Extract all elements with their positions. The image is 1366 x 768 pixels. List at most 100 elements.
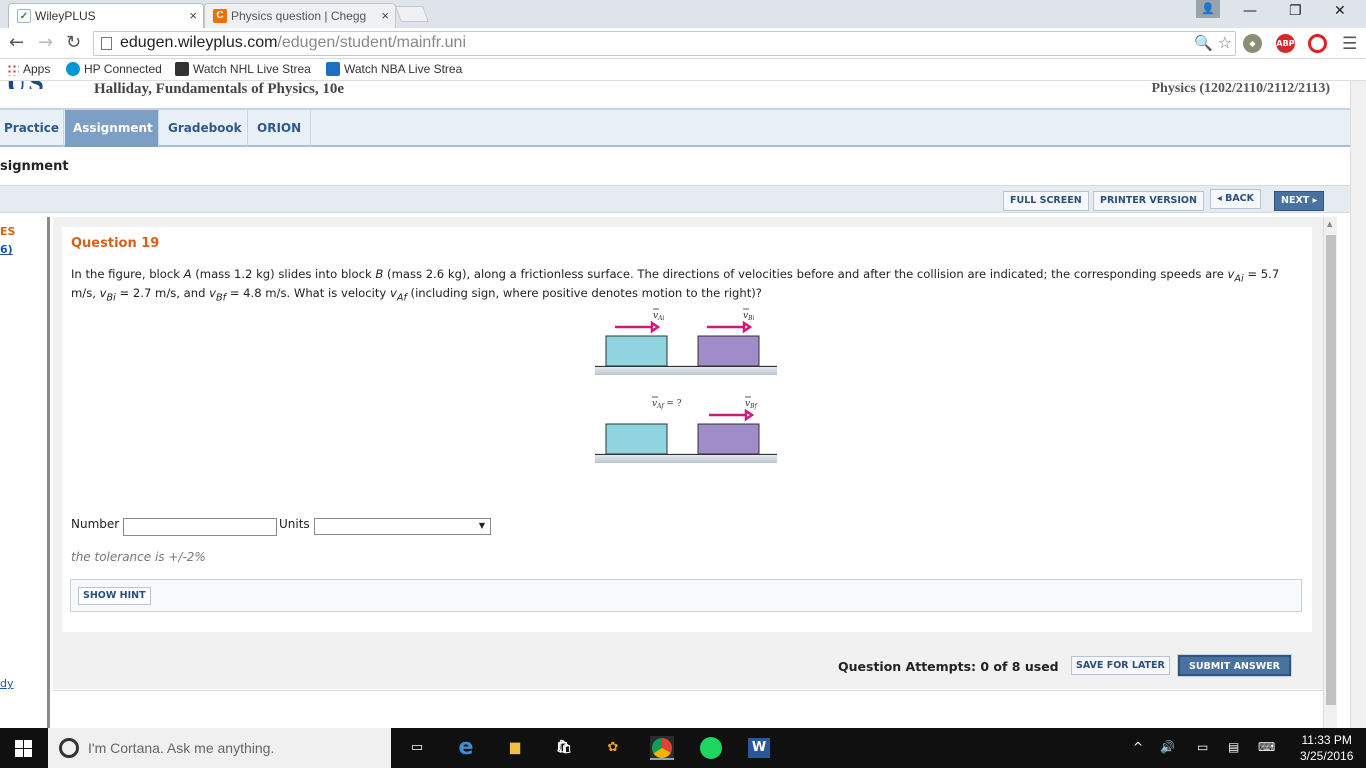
bookmark-star-icon[interactable]: ☆ bbox=[1218, 33, 1232, 52]
inner-scrollbar[interactable]: ▲ bbox=[1323, 217, 1337, 728]
floor bbox=[595, 455, 777, 463]
word-icon[interactable]: W bbox=[748, 738, 770, 758]
back-button[interactable]: ◂ BACK bbox=[1210, 189, 1262, 209]
tray-chevron-icon[interactable]: ^ bbox=[1133, 740, 1143, 754]
question-text-part: In the figure, block bbox=[71, 267, 184, 281]
user-profile-icon[interactable]: 👤 bbox=[1196, 0, 1220, 18]
book-title: Halliday, Fundamentals of Physics, 10e bbox=[94, 81, 345, 97]
velocity-symbol: v bbox=[99, 286, 107, 301]
next-button[interactable]: NEXT ▸ bbox=[1274, 191, 1325, 211]
scroll-up-icon[interactable]: ▲ bbox=[1327, 220, 1332, 228]
velocity-subscript: Ai bbox=[1234, 273, 1244, 285]
clock-time: 11:33 PM bbox=[1301, 733, 1352, 747]
reload-icon[interactable]: ↻ bbox=[66, 32, 81, 53]
floor bbox=[595, 367, 777, 375]
tab-close-icon[interactable]: × bbox=[381, 4, 389, 28]
adblock-plus-icon[interactable]: ABP bbox=[1276, 34, 1295, 53]
tab-chegg[interactable]: C Physics question | Chegg × bbox=[204, 3, 396, 28]
arrow-b-initial-icon bbox=[707, 320, 753, 334]
fig-label-vai: vAi bbox=[653, 311, 664, 322]
windows-start-icon[interactable] bbox=[15, 740, 32, 757]
question-text: In the figure, block A (mass 1.2 kg) sli… bbox=[71, 267, 1307, 306]
before-collision-panel: vAi vBi bbox=[595, 308, 777, 375]
address-bar[interactable]: edugen.wileyplus.com/edugen/student/main… bbox=[93, 31, 1236, 56]
sidebar-bottom-link[interactable]: dy bbox=[0, 677, 14, 690]
units-select[interactable]: ▼ bbox=[314, 518, 491, 535]
tab-close-icon[interactable]: × bbox=[189, 4, 197, 28]
tab-title: Physics question | Chegg bbox=[231, 9, 367, 23]
zoom-magnifier-icon[interactable]: 🔍 bbox=[1194, 34, 1213, 52]
question-area: Question 19 In the figure, block A (mass… bbox=[53, 217, 1323, 689]
browser-menu-icon[interactable]: ☰ bbox=[1342, 34, 1357, 54]
chrome-icon[interactable] bbox=[650, 736, 674, 760]
cortana-icon bbox=[59, 738, 79, 758]
tab-practice[interactable]: Practice bbox=[0, 110, 64, 147]
apps-grid-icon bbox=[7, 64, 19, 76]
task-view-icon[interactable]: ▭ bbox=[405, 736, 429, 760]
question-text-part: = 2.7 m/s, and bbox=[115, 286, 210, 301]
spotify-icon[interactable] bbox=[699, 736, 723, 760]
question-text-part: (mass 2.6 kg), along a frictionless surf… bbox=[383, 267, 1228, 281]
block-a-symbol: A bbox=[183, 267, 192, 281]
forward-arrow-icon[interactable]: → bbox=[38, 32, 53, 53]
extension-leaf-icon[interactable]: ◆ bbox=[1243, 34, 1262, 53]
page-scrollbar[interactable] bbox=[1350, 81, 1366, 728]
photos-pinwheel-icon[interactable]: ✿ bbox=[601, 736, 625, 760]
bookmark-nba[interactable]: Watch NBA Live Strea bbox=[326, 62, 464, 76]
system-clock[interactable]: 11:33 PM 3/25/2016 bbox=[1300, 732, 1353, 764]
bookmark-apps[interactable]: Apps bbox=[7, 62, 50, 76]
fig-label-vbi: vBi bbox=[743, 311, 755, 322]
chegg-favicon-icon: C bbox=[213, 9, 227, 23]
battery-icon[interactable]: ▭ bbox=[1197, 740, 1208, 754]
minimize-button[interactable]: — bbox=[1243, 3, 1257, 19]
action-center-icon[interactable]: ▤ bbox=[1228, 740, 1239, 754]
question-title: Question 19 bbox=[71, 236, 160, 251]
block-a-before bbox=[605, 335, 668, 367]
collision-figure: vAi vBi vAf = ? vBf bbox=[595, 308, 777, 463]
clock-date: 3/25/2016 bbox=[1300, 749, 1354, 763]
new-tab-button[interactable] bbox=[395, 6, 429, 22]
cortana-search-box[interactable]: I'm Cortana. Ask me anything. bbox=[48, 728, 391, 768]
restore-button[interactable]: ❐ bbox=[1289, 3, 1302, 19]
opera-icon[interactable] bbox=[1308, 34, 1327, 53]
sidebar-link[interactable]: 6) bbox=[0, 243, 13, 256]
fig-label-vaf: vAf = ? bbox=[652, 399, 682, 410]
velocity-symbol: v bbox=[209, 286, 217, 301]
save-for-later-button[interactable]: SAVE FOR LATER bbox=[1071, 656, 1170, 675]
show-hint-button[interactable]: SHOW HINT bbox=[78, 587, 151, 605]
velocity-subscript: Af bbox=[396, 292, 407, 304]
question-text-part: = 4.8 m/s. What is velocity bbox=[226, 286, 390, 301]
keyboard-icon[interactable]: ⌨ bbox=[1258, 740, 1275, 754]
number-input[interactable] bbox=[123, 518, 277, 536]
fig-label-vbf: vBf bbox=[745, 399, 759, 410]
back-arrow-icon[interactable]: ← bbox=[9, 32, 24, 53]
store-icon[interactable]: 🛍 bbox=[552, 736, 576, 760]
block-b-after bbox=[697, 423, 760, 455]
tab-wileyplus[interactable]: ✓ WileyPLUS × bbox=[8, 3, 204, 28]
tab-assignment[interactable]: Assignment bbox=[65, 110, 159, 147]
question-panel: Question 19 In the figure, block A (mass… bbox=[62, 227, 1312, 632]
bookmark-label: Apps bbox=[23, 62, 51, 76]
question-toolbar: FULL SCREEN PRINTER VERSION ◂ BACK NEXT … bbox=[0, 185, 1350, 213]
file-explorer-icon[interactable]: ▆ bbox=[503, 736, 527, 760]
tab-gradebook[interactable]: Gradebook bbox=[160, 110, 248, 147]
hp-icon bbox=[66, 62, 80, 76]
tolerance-note: the tolerance is +/-2% bbox=[71, 550, 206, 564]
wileyplus-favicon-icon: ✓ bbox=[17, 9, 31, 23]
bookmark-hp-connected[interactable]: HP Connected bbox=[66, 62, 162, 76]
arrow-a-initial-icon bbox=[615, 320, 661, 334]
bookmark-nhl[interactable]: Watch NHL Live Strea bbox=[175, 62, 313, 76]
scroll-thumb[interactable] bbox=[1326, 235, 1336, 705]
edge-browser-icon[interactable]: e bbox=[454, 736, 478, 760]
arrow-b-final-icon bbox=[709, 408, 755, 422]
tab-orion[interactable]: ORION bbox=[249, 110, 311, 147]
bookmark-label: Watch NHL Live Strea bbox=[193, 62, 311, 76]
volume-icon[interactable]: 🔊 bbox=[1160, 740, 1175, 754]
full-screen-button[interactable]: FULL SCREEN bbox=[1003, 191, 1089, 211]
sidebar-heading: ES bbox=[0, 225, 16, 238]
windows-taskbar: I'm Cortana. Ask me anything. ▭ e ▆ 🛍 ✿ … bbox=[0, 728, 1366, 768]
main-nav-tabs: Practice Assignment Gradebook ORION bbox=[0, 108, 1350, 147]
submit-answer-button[interactable]: SUBMIT ANSWER bbox=[1178, 655, 1292, 676]
close-window-button[interactable]: ✕ bbox=[1334, 3, 1346, 19]
printer-version-button[interactable]: PRINTER VERSION bbox=[1093, 191, 1204, 211]
